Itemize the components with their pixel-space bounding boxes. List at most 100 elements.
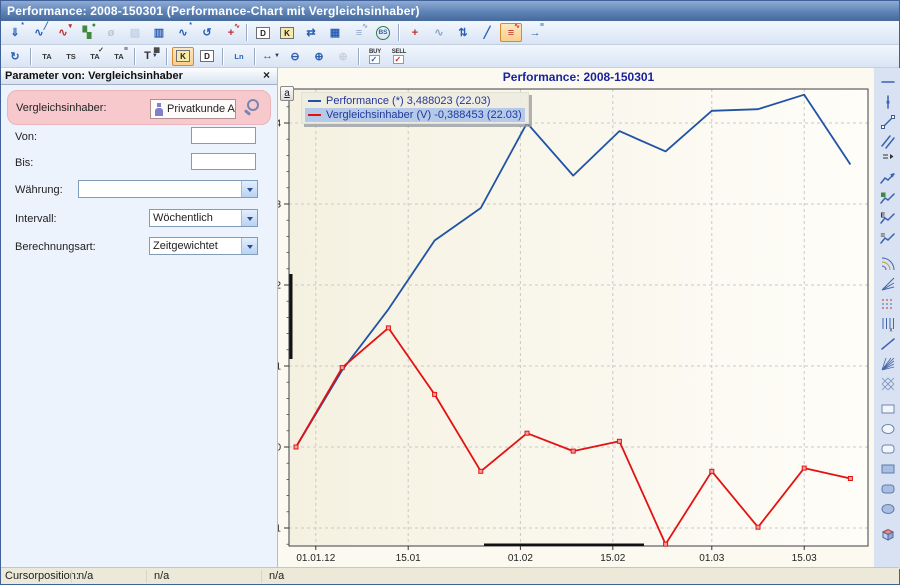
cursor-arrows-button[interactable]: ⇅ — [452, 23, 474, 42]
ta-analysis-button[interactable]: TA — [36, 47, 58, 66]
legend-item[interactable]: Performance (*) 3,488023 (22.03) — [305, 94, 525, 108]
compare-chart-button[interactable]: ∿╱ — [28, 23, 50, 42]
chevron-down-icon[interactable] — [241, 181, 257, 197]
cursorposition-x-value: n/a — [71, 570, 146, 583]
parameter-panel: Parameter von: Vergleichsinhaber × Vergl… — [1, 68, 278, 569]
fibonacci-timezones-tool[interactable]: x — [876, 314, 900, 334]
add-line-button[interactable]: +∿ — [220, 23, 242, 42]
grid-pattern-tool[interactable] — [876, 374, 900, 394]
legend-label: Performance (*) 3,488023 (22.03) — [326, 95, 490, 107]
trend-lines-button[interactable]: ∿ — [428, 23, 450, 42]
panel-title: Parameter von: Vergleichsinhaber — [5, 70, 183, 82]
svg-text:2: 2 — [278, 281, 281, 292]
filled-rounded-rect-tool[interactable] — [876, 479, 900, 499]
crosshair-button[interactable]: + — [404, 23, 426, 42]
grid-toggle-button[interactable]: ▦ — [324, 23, 346, 42]
line-tool[interactable] — [876, 334, 900, 354]
ta-edit-button[interactable]: TA✓ — [84, 47, 106, 66]
toolbar-separator — [30, 48, 32, 65]
indicator-list-button[interactable]: →≡ — [524, 23, 546, 42]
parallel-channel-tool[interactable] — [876, 132, 900, 152]
toolbar-separator — [246, 24, 248, 41]
zoom-in-button[interactable]: ⊕ — [308, 47, 330, 66]
window-titlebar: Performance: 2008-150301 (Performance-Ch… — [1, 1, 899, 21]
comparison-holder-highlight: Vergleichsinhaber: Privatkunde A — [7, 90, 271, 125]
fibonacci-retracement-tool[interactable] — [876, 294, 900, 314]
chevron-down-icon[interactable] — [241, 210, 257, 226]
minmax-chart-button[interactable]: ∿▾ — [52, 23, 74, 42]
legend-item[interactable]: Vergleichsinhaber (V) -0,388453 (22.03) — [305, 108, 525, 122]
person-icon — [154, 103, 164, 116]
deviation-channel-tool[interactable]: = — [876, 229, 900, 249]
waehrung-label: Währung: — [15, 184, 63, 196]
berechnungsart-dropdown[interactable]: Zeitgewichtet — [149, 237, 258, 255]
vergleichsinhaber-field[interactable]: Privatkunde A — [150, 99, 236, 119]
performance-chart-button[interactable]: D — [196, 47, 218, 66]
fibonacci-fan-tool[interactable] — [876, 274, 900, 294]
svg-text:-1: -1 — [278, 524, 281, 535]
legend-toggle-button[interactable]: ≡∿ — [500, 23, 522, 42]
von-label: Von: — [15, 131, 37, 143]
candle-box-button[interactable]: K — [276, 23, 298, 42]
bar-chart-button[interactable]: ▥ — [148, 23, 170, 42]
buy-sell-signal-button[interactable]: BS — [372, 23, 394, 42]
line-star-chart-button[interactable]: ∿* — [172, 23, 194, 42]
waehrung-dropdown[interactable] — [78, 180, 258, 198]
cursorposition-date-value: n/a — [261, 570, 461, 583]
toolbar-separator — [222, 48, 224, 65]
sell-marks-button[interactable]: SELL✓ — [388, 47, 410, 66]
refresh-button[interactable]: ↻ — [4, 47, 26, 66]
insert-series-button[interactable]: ⇓* — [4, 23, 26, 42]
fit-width-button[interactable]: ↔▼ — [260, 47, 282, 66]
trendline-tool[interactable] — [876, 112, 900, 132]
area-chart-button[interactable]: ▨ — [124, 23, 146, 42]
bis-input[interactable] — [191, 153, 256, 170]
chevron-down-icon[interactable] — [241, 238, 257, 254]
performance-plot[interactable]: 43210-101.01.1215.0101.0215.0201.0315.03 — [278, 68, 873, 569]
cursorposition-label: Cursorposition: — [1, 570, 71, 582]
panel-close-icon[interactable]: × — [260, 70, 273, 82]
period-grid-button[interactable]: T▦▼ — [140, 47, 162, 66]
window-title: Performance: 2008-150301 (Performance-Ch… — [7, 4, 420, 18]
legend-color-dash — [308, 114, 321, 116]
trend-channel-tool[interactable] — [876, 189, 900, 209]
zoom-window-button[interactable]: ⊕ — [332, 47, 354, 66]
daily-box-button[interactable]: D — [252, 23, 274, 42]
fibonacci-arcs-tool[interactable] — [876, 254, 900, 274]
zoom-out-button[interactable]: ⊖ — [284, 47, 306, 66]
von-input[interactable] — [191, 127, 256, 144]
svg-text:15.02: 15.02 — [600, 553, 625, 564]
vertical-line-tool[interactable] — [876, 92, 900, 112]
swap-axes-button[interactable]: ⇄ — [300, 23, 322, 42]
ellipse-tool[interactable] — [876, 419, 900, 439]
draw-pencil-button[interactable]: ╱ — [476, 23, 498, 42]
berechnungsart-label: Berechnungsart: — [15, 241, 96, 253]
ts-analysis-button[interactable]: TS — [60, 47, 82, 66]
rectangle-tool[interactable] — [876, 399, 900, 419]
cube-3d-tool[interactable] — [876, 524, 900, 544]
draw-ellipse-button[interactable]: ø — [100, 23, 122, 42]
svg-text:15.03: 15.03 — [792, 553, 817, 564]
error-channel-tool[interactable]: E — [876, 209, 900, 229]
ta-settings-button[interactable]: TA≡ — [108, 47, 130, 66]
multi-fan-tool[interactable] — [876, 354, 900, 374]
axis-text-button[interactable]: a — [280, 86, 294, 101]
portfolio-button[interactable]: ▚● — [76, 23, 98, 42]
legend-color-dash — [308, 100, 321, 102]
regression-trend-tool[interactable] — [876, 169, 900, 189]
rounded-rect-tool[interactable] — [876, 439, 900, 459]
search-icon[interactable] — [244, 98, 266, 120]
drawing-toolbar: E = x — [873, 68, 900, 569]
overlay-lines-button[interactable]: ≡∿ — [348, 23, 370, 42]
ln-scale-button[interactable]: Ln — [228, 47, 250, 66]
filled-rectangle-tool[interactable] — [876, 459, 900, 479]
kurs-chart-button[interactable]: K — [172, 47, 194, 66]
filled-ellipse-tool[interactable] — [876, 499, 900, 519]
buy-marks-button[interactable]: BUY✓ — [364, 47, 386, 66]
svg-text:01.03: 01.03 — [699, 553, 724, 564]
intervall-dropdown[interactable]: Wöchentlich — [149, 209, 258, 227]
toolbar-expander[interactable] — [876, 152, 900, 164]
svg-text:=: = — [880, 231, 885, 240]
horizontal-line-tool[interactable] — [876, 72, 900, 92]
rotate-chart-button[interactable]: ↺ — [196, 23, 218, 42]
